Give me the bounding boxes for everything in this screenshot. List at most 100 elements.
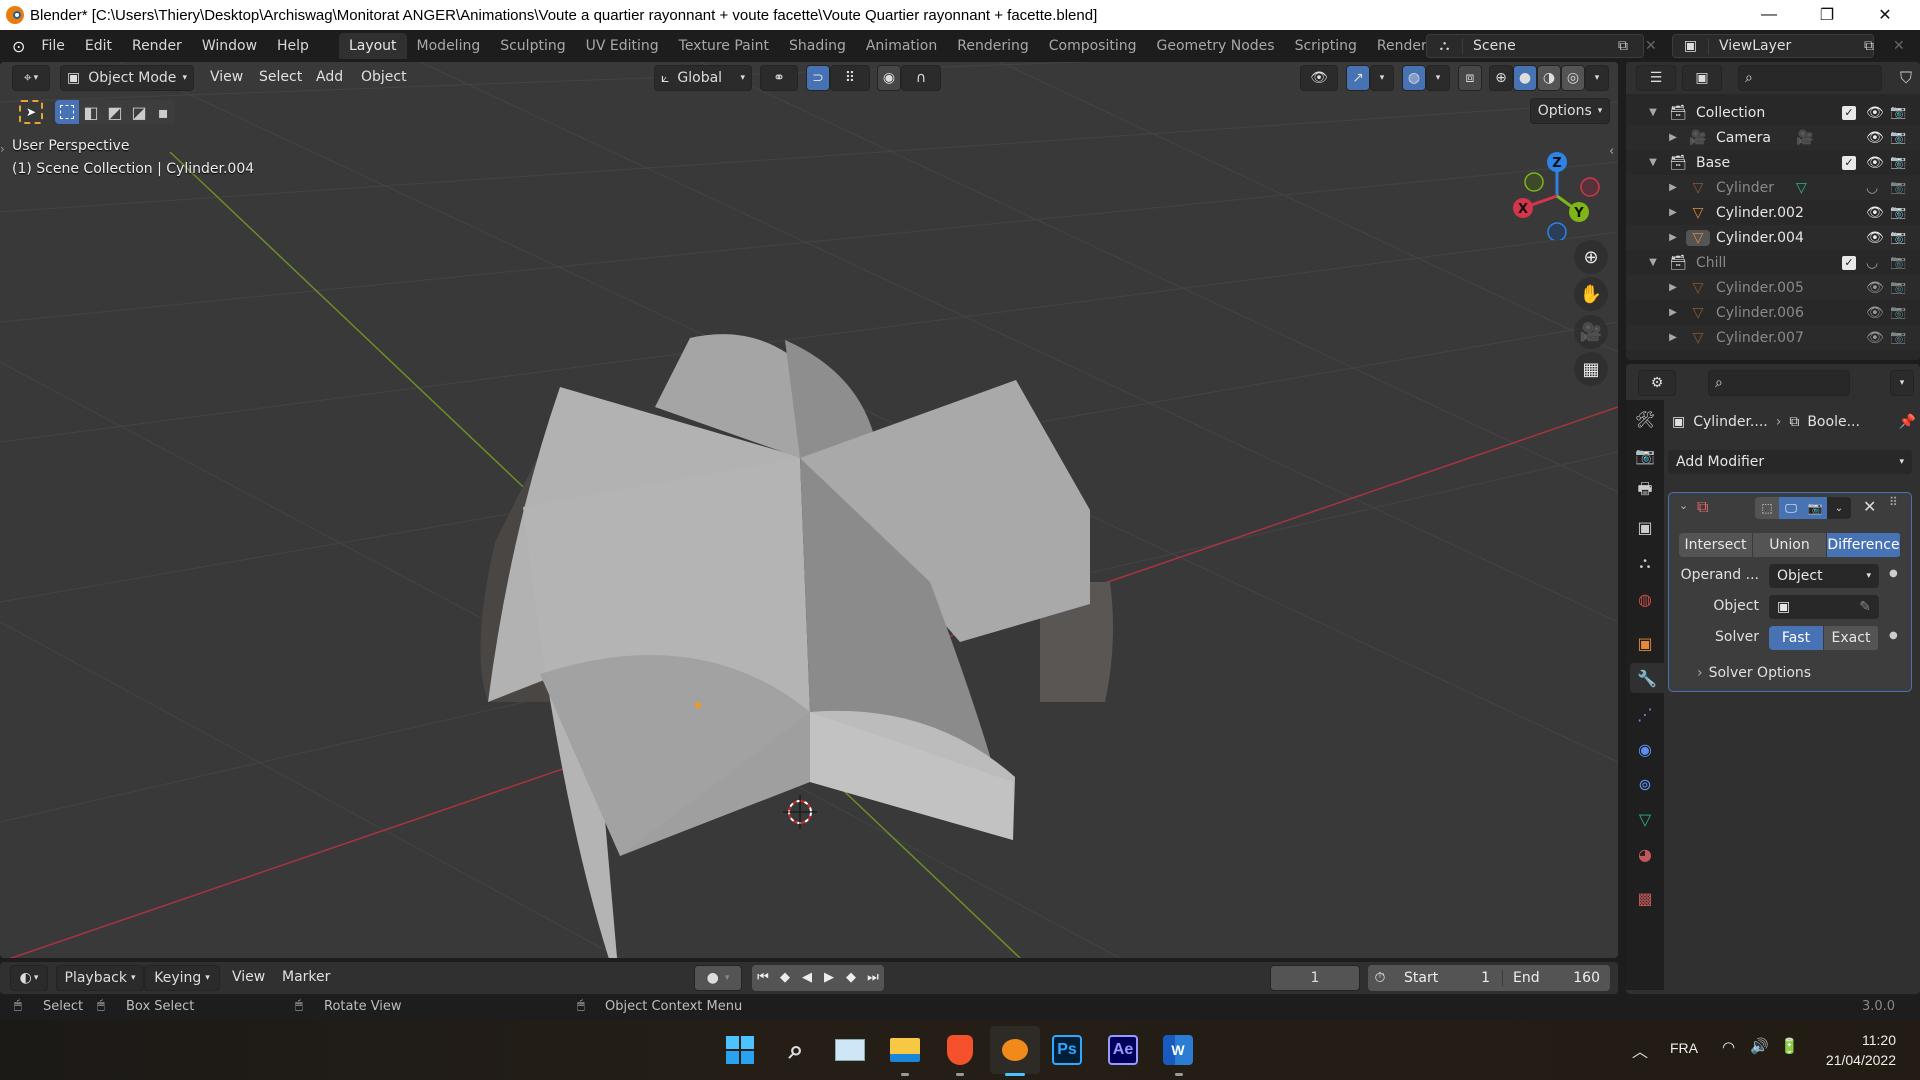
camera-data-icon[interactable]: 🎥	[1796, 130, 1813, 146]
display-mode-button[interactable]: ▣	[1682, 65, 1722, 91]
language-indicator[interactable]: FRA	[1670, 1040, 1698, 1056]
outliner-row[interactable]: ▼ 🗃 Collection ✓ 👁 📷	[1626, 100, 1920, 125]
eyedropper-icon[interactable]: ✎	[1859, 599, 1871, 615]
shading-dropdown[interactable]: ▾	[1585, 65, 1609, 91]
3d-viewport[interactable]: ⌖ ▾ ▣ Object Mode ▾ View Select Add Objec…	[0, 62, 1618, 958]
auto-keying-toggle[interactable]: ● ▾	[694, 965, 742, 991]
collapse-chevron-icon[interactable]: ⌄	[1679, 499, 1688, 512]
tab-uv-editing[interactable]: UV Editing	[576, 33, 669, 59]
render-camera-icon[interactable]: 📷	[1890, 205, 1906, 220]
render-camera-icon[interactable]: 📷	[1890, 230, 1906, 245]
outliner-search-input[interactable]: ⌕	[1738, 65, 1882, 91]
object-field[interactable]: ▣ ✎	[1769, 595, 1879, 619]
wifi-icon[interactable]: ◠	[1722, 1038, 1735, 1056]
eye-icon[interactable]: 👁	[1866, 330, 1884, 346]
expand-right-icon[interactable]: ▶	[1666, 232, 1680, 243]
new-view-layer-icon[interactable]: ⧉	[1864, 38, 1874, 54]
eye-closed-icon[interactable]: ◡	[1866, 180, 1878, 196]
tab-particles[interactable]: ⋰	[1630, 699, 1660, 729]
viewport-menu-object[interactable]: Object	[351, 69, 417, 85]
word-button[interactable]: W	[1163, 1035, 1193, 1065]
delete-view-layer-icon[interactable]: ✕	[1893, 38, 1905, 54]
filter-icon[interactable]: ⛉	[1900, 68, 1912, 88]
tab-material[interactable]: ◕	[1630, 839, 1660, 869]
file-explorer-button[interactable]	[887, 1032, 923, 1068]
toolbar-expand-arrow[interactable]: ›	[0, 142, 5, 156]
overlays-dropdown[interactable]: ▾	[1426, 65, 1450, 91]
tab-texture[interactable]: ▩	[1630, 883, 1660, 913]
tab-scripting[interactable]: Scripting	[1285, 33, 1367, 59]
blender-taskbar-button[interactable]	[990, 1026, 1040, 1074]
render-toggle[interactable]: 📷	[1803, 497, 1827, 519]
expand-down-icon[interactable]: ▼	[1646, 107, 1660, 118]
xray-toggle[interactable]: ⧈	[1458, 65, 1482, 91]
operation-intersect[interactable]: Intersect	[1679, 533, 1753, 557]
tab-output[interactable]: 🖶	[1630, 476, 1660, 506]
search-button[interactable]: ⌕	[778, 1032, 814, 1068]
render-camera-icon[interactable]: 📷	[1890, 255, 1906, 270]
navigation-gizmo[interactable]: Z X Y	[1500, 140, 1616, 240]
options-dropdown[interactable]: Options ▾	[1530, 98, 1610, 124]
mesh-data-icon[interactable]: ▽	[1796, 180, 1807, 196]
expand-right-icon[interactable]: ▶	[1666, 132, 1680, 143]
keying-menu[interactable]: Keying ▾	[144, 965, 220, 991]
3d-cursor[interactable]	[783, 795, 817, 829]
tab-texture-paint[interactable]: Texture Paint	[669, 33, 779, 59]
eye-closed-icon[interactable]: ◡	[1866, 255, 1878, 271]
select-intersect-button[interactable]: ▪	[151, 100, 175, 124]
outliner-row[interactable]: ▼ 🗃 Base ✓ 👁 📷	[1626, 150, 1920, 175]
solver-options-subpanel[interactable]: › Solver Options	[1697, 665, 1811, 681]
minimize-button[interactable]: —	[1740, 0, 1798, 30]
exclude-checkbox[interactable]: ✓	[1842, 105, 1856, 120]
add-modifier-dropdown[interactable]: Add Modifier ▾	[1668, 450, 1912, 474]
menu-edit[interactable]: Edit	[75, 38, 122, 54]
shading-material[interactable]: ◑	[1537, 65, 1561, 91]
expand-right-icon[interactable]: ▶	[1666, 207, 1680, 218]
volume-icon[interactable]: 🔊	[1750, 1037, 1769, 1055]
camera-view-button[interactable]: 🎥	[1574, 315, 1608, 349]
tab-animation[interactable]: Animation	[856, 33, 947, 59]
play-icon[interactable]: ▶	[818, 965, 840, 991]
after-effects-button[interactable]: Ae	[1108, 1035, 1138, 1065]
menu-render[interactable]: Render	[122, 38, 192, 54]
outliner-row[interactable]: ▶ ▽ Cylinder.004 👁 📷	[1626, 225, 1920, 250]
tab-tool[interactable]: 🛠	[1630, 404, 1660, 434]
properties-search-input[interactable]: ⌕	[1708, 370, 1850, 396]
viewport-toggle[interactable]: 🖵	[1779, 497, 1803, 519]
pin-icon[interactable]: 📌	[1899, 414, 1916, 430]
viewport-menu-select[interactable]: Select	[249, 69, 312, 85]
tab-data[interactable]: ▽	[1630, 804, 1660, 834]
outliner-row[interactable]: ▶ ▽ Cylinder ▽ ◡ 📷	[1626, 175, 1920, 200]
tab-scene[interactable]: ⛬	[1630, 548, 1660, 578]
render-camera-icon[interactable]: 📷	[1890, 130, 1906, 145]
jump-end-icon[interactable]: ⏭	[862, 965, 884, 991]
render-camera-icon[interactable]: 📷	[1890, 155, 1906, 170]
toggle-perspective-button[interactable]: ▦	[1574, 352, 1608, 386]
shading-wireframe[interactable]: ⊕	[1489, 65, 1513, 91]
battery-icon[interactable]: 🔋	[1780, 1037, 1799, 1055]
tab-modifiers[interactable]: 🔧	[1630, 663, 1664, 693]
operation-difference[interactable]: Difference	[1827, 533, 1901, 557]
sidebar-toggle-arrow[interactable]: ‹	[1609, 144, 1614, 159]
render-camera-icon[interactable]: 📷	[1890, 305, 1906, 320]
clock[interactable]: 11:20 21/04/2022	[1816, 1030, 1896, 1070]
start-frame-field[interactable]: Start 1	[1392, 970, 1502, 986]
select-tool-icon[interactable]: ➤	[19, 100, 43, 124]
drag-handle-icon[interactable]: ⠿	[1889, 495, 1898, 509]
pan-view-button[interactable]: ✋	[1574, 277, 1608, 311]
timeline-menu-view[interactable]: View	[222, 969, 275, 985]
tab-modeling[interactable]: Modeling	[407, 33, 491, 59]
current-frame-field[interactable]: 1	[1270, 965, 1360, 991]
select-invert-button[interactable]: ◪	[127, 100, 151, 124]
menu-window[interactable]: Window	[192, 38, 267, 54]
eye-icon[interactable]: 👁	[1866, 105, 1884, 121]
brave-button[interactable]	[942, 1032, 978, 1068]
next-keyframe-icon[interactable]: ◆	[840, 965, 862, 991]
solver-fast[interactable]: Fast	[1769, 626, 1824, 650]
properties-editor-type[interactable]: ⚙	[1638, 370, 1676, 396]
view-layer-selector[interactable]: ▣ ViewLayer	[1672, 34, 1874, 58]
stopwatch-icon[interactable]: ⏱	[1368, 970, 1392, 986]
eye-icon[interactable]: 👁	[1866, 280, 1884, 296]
resource-monitor-button[interactable]	[832, 1032, 868, 1068]
tab-compositing[interactable]: Compositing	[1039, 33, 1147, 59]
